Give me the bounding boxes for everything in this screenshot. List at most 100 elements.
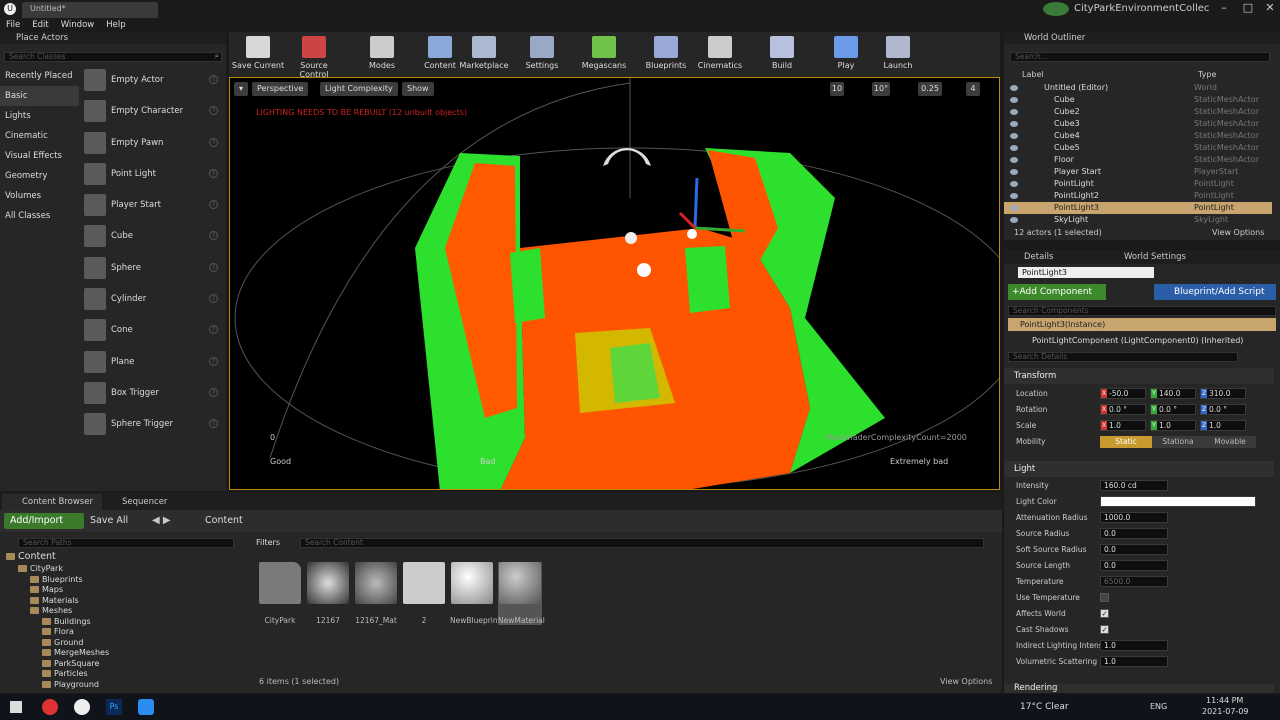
prop-value[interactable]: 0.0 <box>1100 528 1168 539</box>
visibility-eye-icon[interactable] <box>1010 133 1018 139</box>
info-icon[interactable]: ? <box>209 419 218 429</box>
info-icon[interactable]: ? <box>209 294 218 304</box>
photoshop-icon[interactable]: Ps <box>106 699 122 715</box>
component-instance-row[interactable]: PointLight3(Instance) <box>1008 318 1276 331</box>
checkbox[interactable]: ✓ <box>1100 625 1109 634</box>
actor-item-point-light[interactable]: Point Light? <box>80 160 224 191</box>
menu-edit[interactable]: Edit <box>26 18 54 32</box>
tab-world-settings[interactable]: World Settings <box>1124 252 1186 262</box>
blueprint-script-button[interactable]: Blueprint/Add Script <box>1154 284 1276 300</box>
clock-time[interactable]: 11:44 PM <box>1206 696 1243 705</box>
menu-window[interactable]: Window <box>55 18 101 32</box>
visibility-eye-icon[interactable] <box>1010 109 1018 115</box>
snap-scale-value[interactable]: 0.25 <box>918 82 942 96</box>
category-basic[interactable]: Basic <box>0 86 79 106</box>
point-light-1-icon[interactable] <box>625 232 637 244</box>
checkbox[interactable] <box>1100 593 1109 602</box>
outliner-row-floor[interactable]: Floor StaticMeshActor <box>1004 154 1272 166</box>
gizmo-z-axis[interactable] <box>693 177 699 229</box>
folder-content[interactable]: Content <box>2 551 242 564</box>
folder-playground[interactable]: Playground <box>2 680 242 691</box>
category-recently-placed[interactable]: Recently Placed <box>0 66 79 86</box>
folder-materials[interactable]: Materials <box>2 596 242 607</box>
asset-citypark[interactable]: CityPark <box>258 562 302 625</box>
filters-button[interactable]: Filters <box>256 538 280 547</box>
light-color-swatch[interactable] <box>1100 496 1256 507</box>
minimize-icon[interactable]: – <box>1212 0 1236 18</box>
mobility-stationary[interactable]: Stationa <box>1152 436 1204 448</box>
tab-sequencer[interactable]: Sequencer <box>102 494 192 510</box>
add-component-button[interactable]: +Add Component <box>1008 284 1106 300</box>
folder-ground[interactable]: Ground <box>2 638 242 649</box>
outliner-row-cube5[interactable]: Cube5 StaticMeshActor <box>1004 142 1272 154</box>
rendering-section[interactable]: Rendering <box>1004 684 1274 693</box>
info-icon[interactable]: ? <box>209 325 218 335</box>
actor-item-empty-actor[interactable]: Empty Actor? <box>80 66 224 97</box>
actor-name-field[interactable]: PointLight3 <box>1018 267 1154 278</box>
breadcrumb[interactable]: Content <box>205 513 243 529</box>
outliner-view-options[interactable]: View Options <box>1212 228 1264 237</box>
rotation-z[interactable]: Z 0.0 ° <box>1200 404 1246 415</box>
mobility-movable[interactable]: Movable <box>1204 436 1256 448</box>
snap-rotation-value[interactable]: 10° <box>872 82 890 96</box>
info-icon[interactable]: ? <box>209 200 218 210</box>
save-current-button[interactable]: Save Current <box>229 36 287 70</box>
asset-newmaterial[interactable]: NewMaterial <box>498 562 545 625</box>
category-lights[interactable]: Lights <box>0 106 79 126</box>
visibility-eye-icon[interactable] <box>1010 97 1018 103</box>
info-icon[interactable]: ? <box>209 356 218 366</box>
save-all-button[interactable]: Save All <box>90 513 128 529</box>
outliner-row-cube2[interactable]: Cube2 StaticMeshActor <box>1004 106 1272 118</box>
outliner-row-cube4[interactable]: Cube4 StaticMeshActor <box>1004 130 1272 142</box>
category-geometry[interactable]: Geometry <box>0 166 79 186</box>
category-visual-effects[interactable]: Visual Effects <box>0 146 79 166</box>
outliner-row-pointlight2[interactable]: PointLight2 PointLight <box>1004 190 1272 202</box>
folder-meshes[interactable]: Meshes <box>2 606 242 617</box>
visibility-eye-icon[interactable] <box>1010 145 1018 151</box>
search-paths-input[interactable]: Search Paths <box>18 538 234 548</box>
visibility-eye-icon[interactable] <box>1010 157 1018 163</box>
view-options-button[interactable]: View Options <box>940 677 992 686</box>
info-icon[interactable]: ? <box>209 168 218 178</box>
outliner-row-player-start[interactable]: Player Start PlayerStart <box>1004 166 1272 178</box>
search-details-input[interactable]: Search Details <box>1008 352 1238 362</box>
outliner-row-skylight[interactable]: SkyLight SkyLight <box>1004 214 1272 224</box>
weather[interactable]: 17°C Clear <box>1020 702 1069 712</box>
megascans-button[interactable]: Megascans <box>575 36 633 70</box>
col-label[interactable]: Label <box>1022 70 1044 79</box>
visibility-eye-icon[interactable] <box>1010 85 1018 91</box>
rotation-y[interactable]: Y 0.0 ° <box>1150 404 1196 415</box>
scale-z[interactable]: Z 1.0 <box>1200 420 1246 431</box>
outliner-row-cube3[interactable]: Cube3 StaticMeshActor <box>1004 118 1272 130</box>
close-icon[interactable]: ✕ <box>1258 0 1280 18</box>
level-viewport[interactable]: ▾ Perspective Light Complexity Show 10 1… <box>229 77 1000 490</box>
point-light-3-icon[interactable] <box>687 229 697 239</box>
settings-button[interactable]: Settings <box>513 36 571 70</box>
chrome-icon[interactable] <box>42 699 58 715</box>
prop-value[interactable]: 160.0 cd <box>1100 480 1168 491</box>
actor-item-empty-character[interactable]: Empty Character? <box>80 97 224 128</box>
visibility-eye-icon[interactable] <box>1010 121 1018 127</box>
asset-12167_mat[interactable]: 12167_Mat <box>354 562 398 625</box>
blueprints-button[interactable]: Blueprints <box>637 36 695 70</box>
actor-item-sphere-trigger[interactable]: Sphere Trigger? <box>80 410 224 441</box>
add-import-button[interactable]: Add/Import <box>4 513 84 529</box>
level-tab[interactable]: Untitled* <box>22 2 158 18</box>
play-button[interactable]: Play <box>817 36 875 70</box>
prop-value[interactable]: 1.0 <box>1100 656 1168 667</box>
tab-details[interactable]: Details <box>1024 252 1053 262</box>
camera-speed-value[interactable]: 4 <box>966 82 980 96</box>
prop-value[interactable]: 0.0 <box>1100 544 1168 555</box>
launch-button[interactable]: Launch <box>869 36 927 70</box>
folder-blueprints[interactable]: Blueprints <box>2 575 242 586</box>
outliner-row-pointlight3[interactable]: PointLight3 PointLight <box>1004 202 1272 214</box>
location-x[interactable]: X -50.0 <box>1100 388 1146 399</box>
visibility-eye-icon[interactable] <box>1010 169 1018 175</box>
asset-12167[interactable]: 12167 <box>306 562 350 625</box>
component-row[interactable]: PointLightComponent (LightComponent0) (I… <box>1032 336 1243 345</box>
windows-start-icon[interactable] <box>10 701 22 713</box>
build-button[interactable]: Build <box>753 36 811 70</box>
light-section[interactable]: Light <box>1004 461 1274 477</box>
asset-2[interactable]: 2 <box>402 562 446 625</box>
unreal-taskbar-icon[interactable] <box>74 699 90 715</box>
